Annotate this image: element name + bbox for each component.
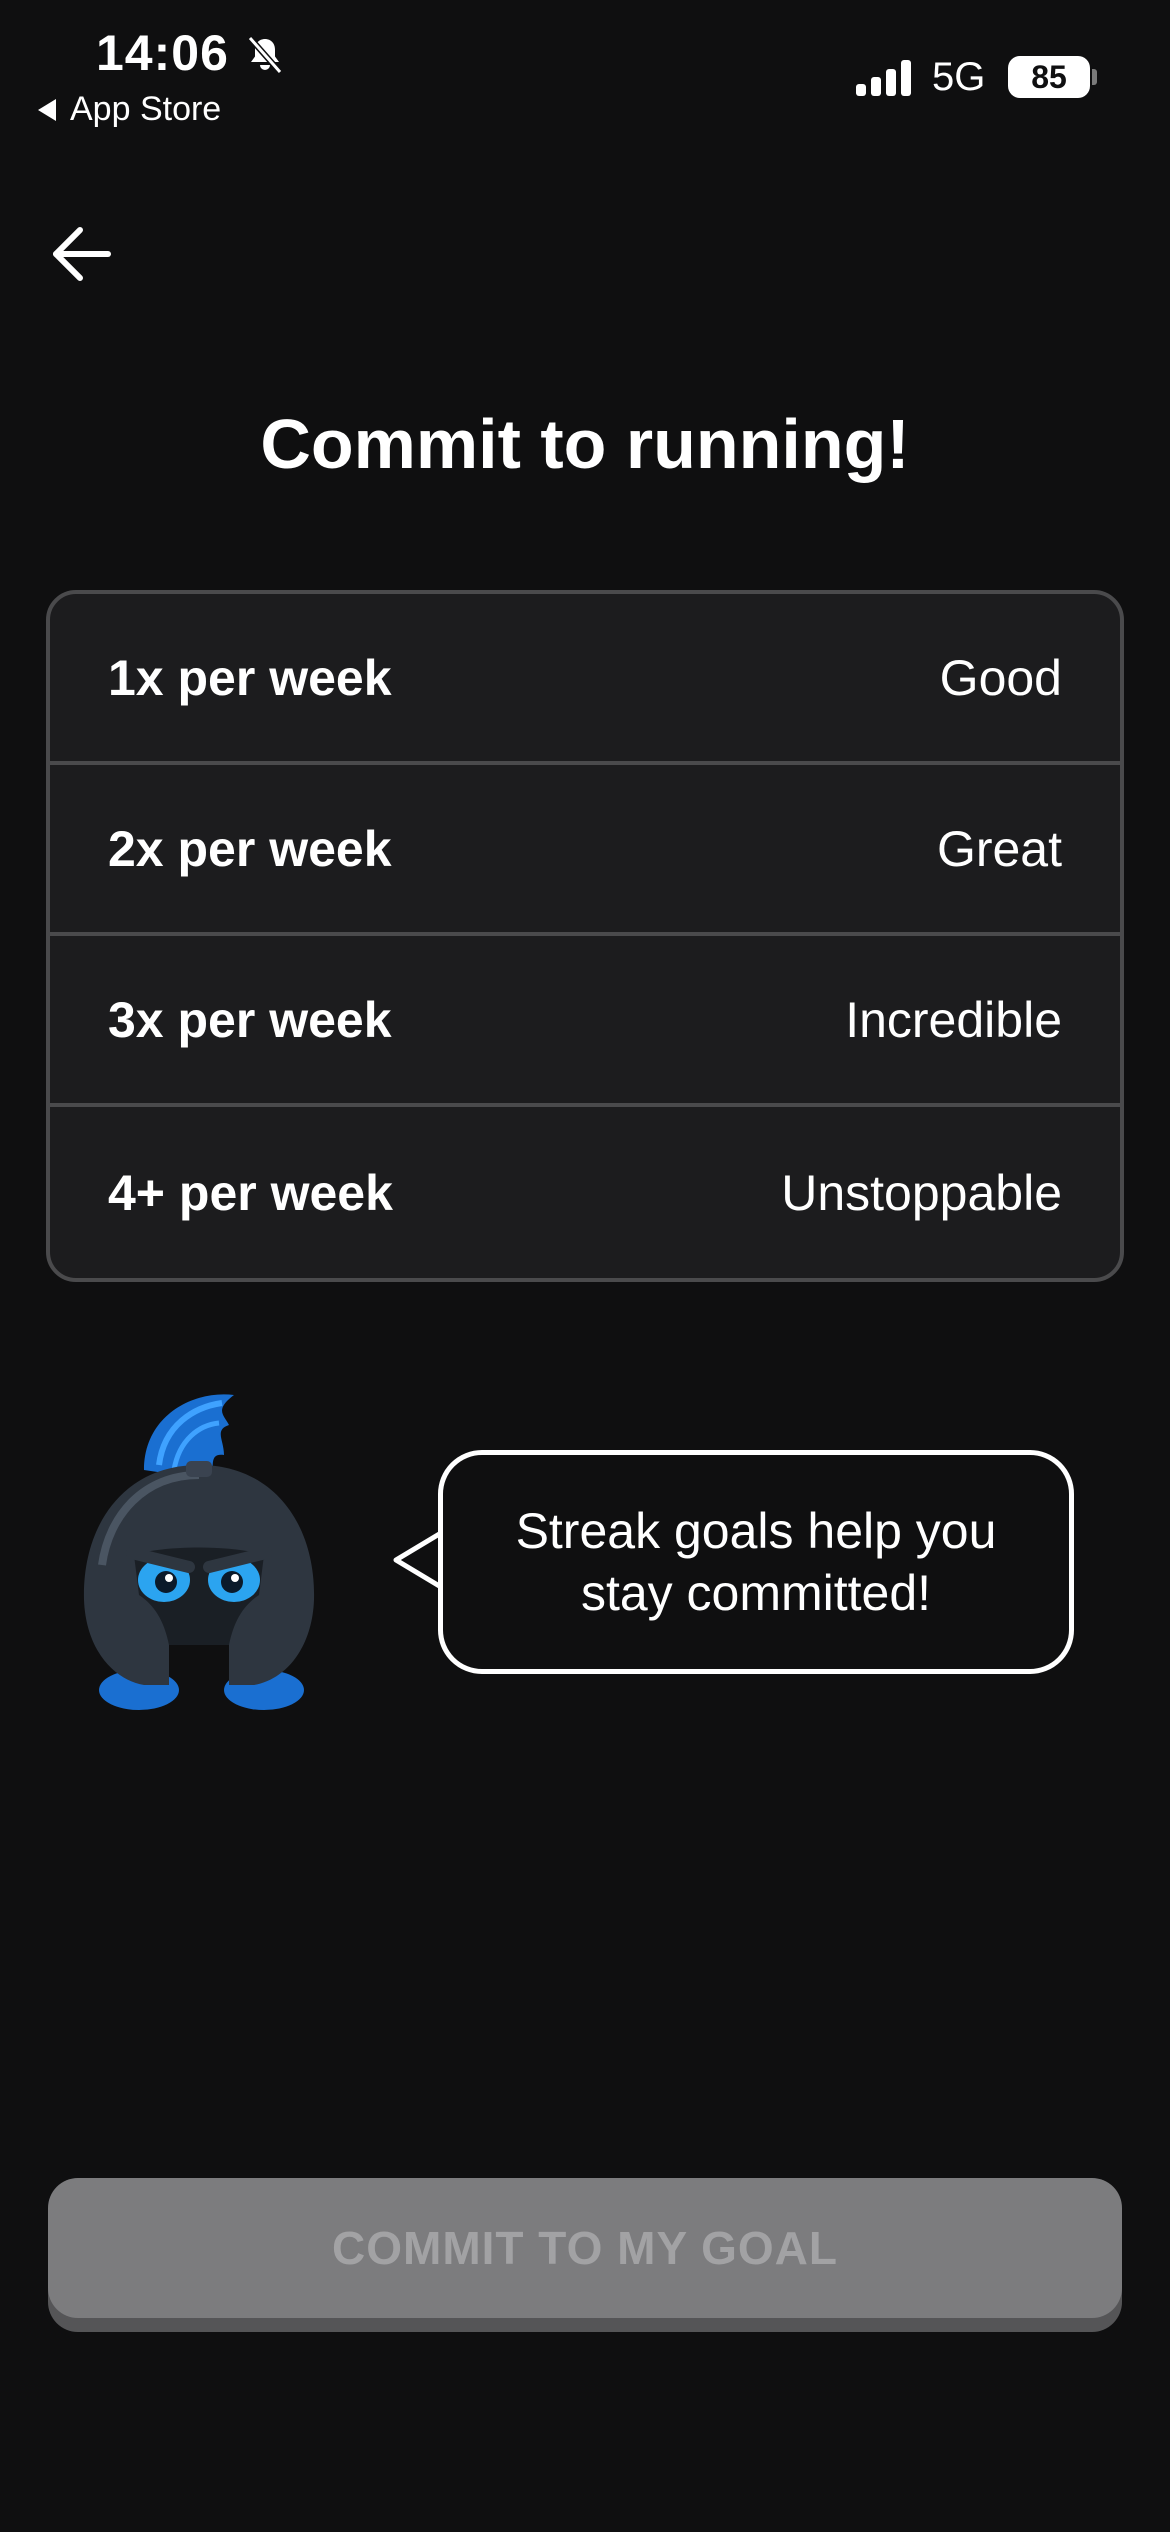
- goal-option-2x[interactable]: 2x per week Great: [50, 765, 1120, 936]
- goal-option-3x[interactable]: 3x per week Incredible: [50, 936, 1120, 1107]
- option-rating: Incredible: [845, 991, 1062, 1048]
- option-rating: Great: [936, 820, 1062, 877]
- back-to-app-link[interactable]: App Store: [38, 90, 221, 129]
- signal-icon: [856, 60, 911, 96]
- battery-nub: [1092, 69, 1097, 85]
- option-rating: Unstoppable: [781, 1164, 1062, 1221]
- page-title: Commit to running!: [260, 405, 910, 483]
- option-rating: Good: [939, 649, 1062, 706]
- battery-level: 85: [1008, 56, 1090, 98]
- bell-muted-icon: [247, 36, 283, 74]
- option-frequency: 4+ per week: [108, 1164, 393, 1221]
- network-type: 5G: [932, 55, 986, 99]
- back-app-label: App Store: [70, 90, 222, 128]
- option-frequency: 1x per week: [108, 649, 392, 706]
- goal-option-1x[interactable]: 1x per week Good: [50, 594, 1120, 765]
- commit-goal-button[interactable]: COMMIT TO MY GOAL: [48, 2178, 1122, 2318]
- goal-options-list: 1x per week Good 2x per week Great 3x pe…: [46, 590, 1124, 1282]
- screen: 14:06 App Store 5G 85 Commit to running!…: [0, 0, 1170, 2532]
- option-frequency: 3x per week: [108, 991, 392, 1048]
- goal-option-4plus[interactable]: 4+ per week Unstoppable: [50, 1107, 1120, 1278]
- mascot-speech-bubble: Streak goals help you stay committed!: [438, 1450, 1074, 1674]
- back-triangle-icon: [38, 98, 56, 121]
- back-arrow-icon[interactable]: [50, 222, 114, 286]
- status-time: 14:06: [96, 25, 229, 81]
- option-frequency: 2x per week: [108, 820, 392, 877]
- spartan-helmet-mascot: [83, 1394, 315, 1710]
